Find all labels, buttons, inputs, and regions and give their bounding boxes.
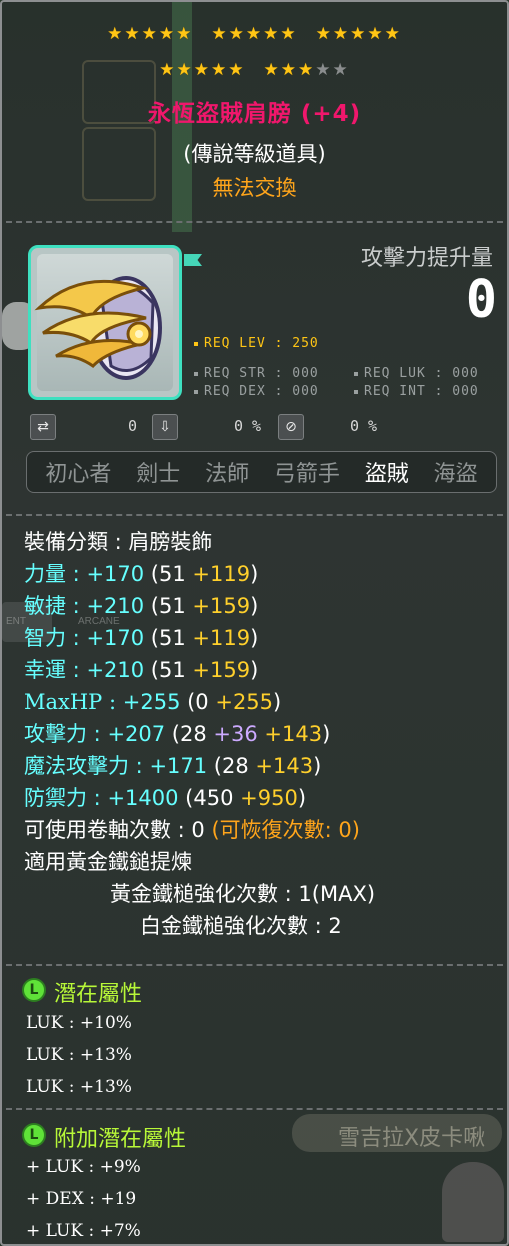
job-magician: 法師 [205,462,250,487]
star-filled-icon: ★ [315,24,333,44]
star-group: ★★★★★ [211,24,297,44]
star-filled-icon: ★ [384,24,402,44]
stat-magic-attack: 魔法攻擊力 : +171 (28 +143) [24,754,322,778]
starforce-row-1: ★★★★★ ★★★★★ ★★★★★ [2,24,507,44]
attack-increase-label: 攻擊力提升量 [360,246,493,271]
star-filled-icon: ★ [158,24,177,44]
req-dex-text: REQ DEX : 000 [204,384,319,399]
background-ent-label: ENT [6,616,26,627]
additional-line-1: + LUK : +9% [26,1157,141,1177]
star-filled-icon: ★ [350,24,368,44]
req-level: REQ LEV : 250 [194,336,319,351]
star-empty-icon: ★ [332,60,350,80]
star-group: ★★★★★ [159,60,245,80]
background-character [442,1162,504,1242]
divider [6,1108,503,1110]
stat-str: 力量 : +170 (51 +119) [24,562,259,586]
download-icon: ⇩ [152,414,178,440]
divider [6,514,503,516]
legendary-potential-icon: L [22,978,46,1002]
star-filled-icon: ★ [211,60,229,80]
stat-category: 裝備分類 : 肩膀裝飾 [24,530,213,554]
req-level-text: REQ LEV : 250 [204,336,319,351]
job-bar: 初心者 劍士 法師 弓箭手 盜賊 海盜 [26,451,497,493]
star-filled-icon: ★ [298,60,316,80]
job-thief: 盜賊 [364,462,409,487]
star-filled-icon: ★ [176,24,194,44]
additional-potential-title: 附加潛在屬性 [54,1127,187,1152]
item-grade: (傳說等級道具) [183,142,326,166]
stat-defense: 防禦力 : +1400 (450 +950) [24,786,307,810]
star-empty-icon: ★ [315,60,333,80]
star-filled-icon: ★ [367,24,385,44]
star-filled-icon: ★ [124,24,142,44]
divider [6,964,503,966]
star-filled-icon: ★ [263,24,281,44]
swap-icon: ⇄ [30,414,56,440]
attack-increase-value: 0 [465,270,497,330]
star-filled-icon: ★ [159,60,177,80]
star-filled-icon: ★ [176,60,194,80]
star-group: ★★★★★ [316,24,402,44]
job-bowman: 弓箭手 [273,462,340,487]
stat-upgrades: 可使用卷軸次數 : 0 (可恢復次數: 0) [24,818,360,842]
star-group: ★★★★★ [107,24,193,44]
star-filled-icon: ★ [280,60,298,80]
shoulder-item-icon [34,276,162,380]
stat-luk: 幸運 : +210 (51 +159) [24,658,259,682]
star-filled-icon: ★ [193,60,211,80]
star-filled-icon: ★ [228,24,246,44]
star-filled-icon: ★ [245,24,264,44]
job-warrior: 劍士 [136,462,181,487]
potential-line-3: LUK : +13% [26,1077,132,1097]
req-dex: REQ DEX : 000 [194,384,319,399]
star-filled-icon: ★ [211,24,229,44]
req-int-text: REQ INT : 000 [364,384,479,399]
star-filled-icon: ★ [280,24,298,44]
legendary-additional-icon: L [22,1123,46,1147]
item-icon-frame [28,245,182,400]
background-username: 雪吉拉X皮卡啾 [338,1126,486,1151]
job-beginner: 初心者 [45,462,112,487]
icon-row-value-1: 0 [128,417,138,435]
star-filled-icon: ★ [107,24,125,44]
stat-int: 智力 : +170 (51 +119) [24,626,259,650]
star-filled-icon: ★ [332,24,351,44]
req-int: REQ INT : 000 [354,384,479,399]
star-group: ★★★★★ [264,60,350,80]
upgrade-flag-icon [184,254,202,266]
req-str-text: REQ STR : 000 [204,366,319,381]
stat-golden-hammer: 黃金鐵槌強化次數 : 1(MAX) [110,882,376,906]
starforce-row-2: ★★★★★ ★★★★★ [2,60,507,80]
potential-title: 潛在屬性 [54,982,143,1007]
additional-line-2: + DEX : +19 [26,1189,137,1209]
star-filled-icon: ★ [263,60,281,80]
icon-row-value-2: 0 % [234,417,262,435]
additional-line-3: + LUK : +7% [26,1221,141,1241]
stat-platinum-hammer: 白金鐵槌強化次數 : 2 [140,914,342,938]
divider [6,221,503,223]
req-luk-text: REQ LUK : 000 [364,366,479,381]
background-name-tag [292,1114,502,1152]
stat-dex: 敏捷 : +210 (51 +159) [24,594,259,618]
job-pirate: 海盜 [433,462,478,487]
stats-list: 裝備分類 : 肩膀裝飾 力量 : +170 (51 +119) 敏捷 : +21… [24,526,375,942]
trade-status: 無法交換 [212,176,297,200]
star-filled-icon: ★ [141,24,159,44]
req-luk: REQ LUK : 000 [354,366,479,381]
potential-line-2: LUK : +13% [26,1045,132,1065]
stat-hammer: 適用黃金鐵鎚提煉 [24,850,192,874]
icon-row-value-3: 0 % [350,417,378,435]
potential-line-1: LUK : +10% [26,1013,132,1033]
stat-attack: 攻擊力 : +207 (28 +36 +143) [24,722,331,746]
item-name: 永恆盜賊肩膀 (+4) [147,101,362,127]
slash-icon: ⊘ [278,414,304,440]
stat-maxhp: MaxHP : +255 (0 +255) [24,690,282,714]
item-tooltip: ENT ARCANE 雪吉拉X皮卡啾 ★★★★★ ★★★★★ ★★★★★ ★★★★★… [0,0,509,1246]
star-filled-icon: ★ [228,60,246,80]
req-str: REQ STR : 000 [194,366,319,381]
